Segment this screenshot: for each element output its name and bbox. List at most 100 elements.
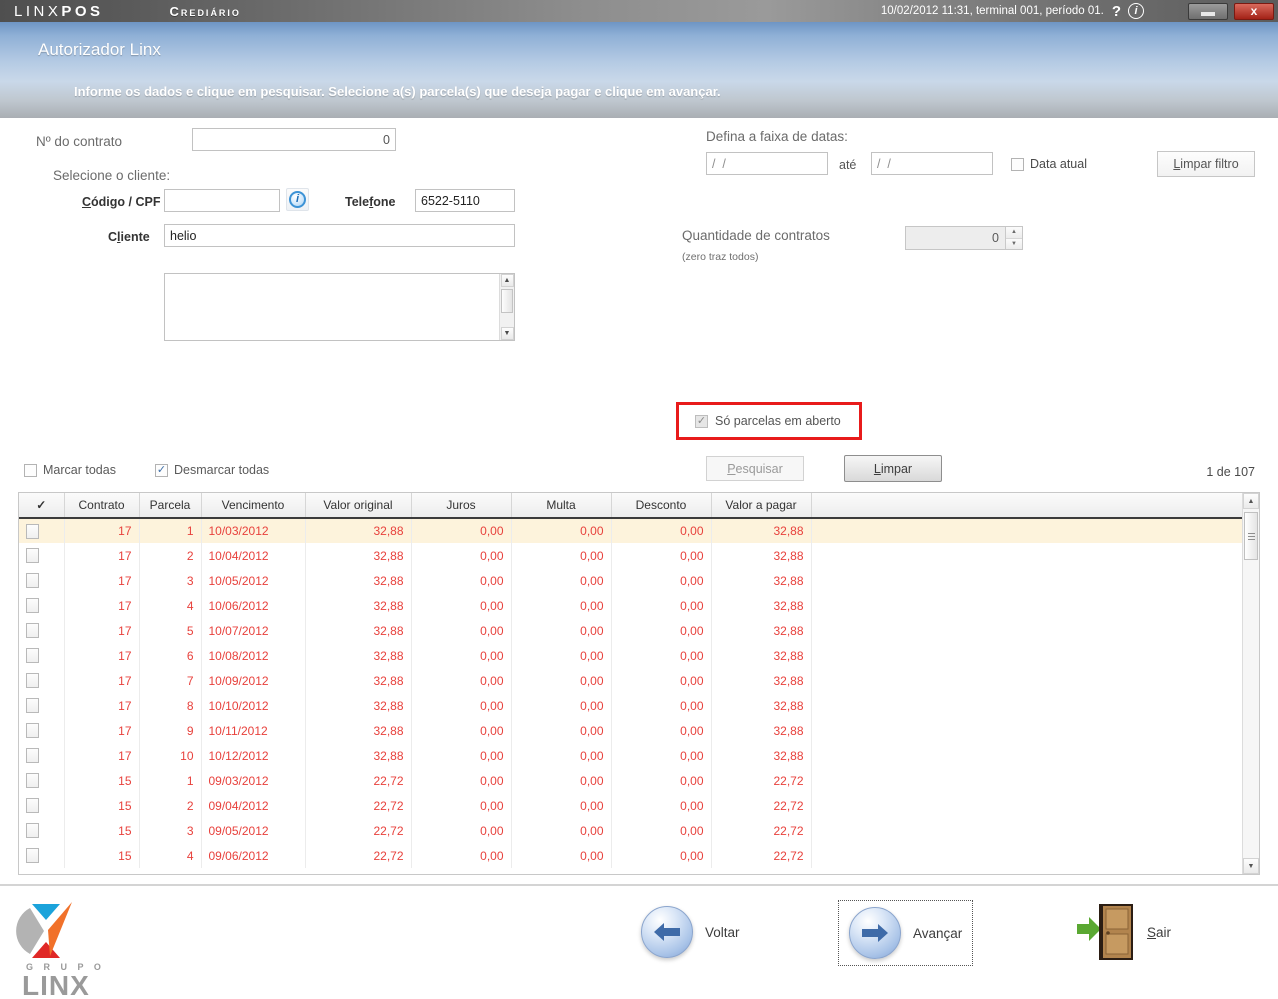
row-select-cell[interactable] [19, 668, 65, 693]
column-header-parcela[interactable]: Parcela [139, 493, 202, 519]
table-row[interactable]: 17 10 10/12/2012 32,88 0,00 0,00 0,00 32,88 [19, 743, 1242, 768]
limpar-filtro-button[interactable]: Limpar filtro [1157, 151, 1255, 177]
column-header-contrato[interactable]: Contrato [64, 493, 140, 519]
table-row[interactable]: 17 8 10/10/2012 32,88 0,00 0,00 0,00 32,88 [19, 693, 1242, 718]
codigo-cpf-input[interactable] [164, 189, 280, 212]
row-select-cell[interactable] [19, 618, 65, 643]
cell-valor_original: 32,88 [305, 643, 412, 668]
row-checkbox[interactable] [26, 823, 39, 839]
row-select-cell[interactable] [19, 743, 65, 768]
row-checkbox[interactable] [26, 623, 39, 639]
row-checkbox[interactable] [26, 773, 39, 789]
column-header-desconto[interactable]: Desconto [611, 493, 712, 519]
voltar-button[interactable]: Voltar [641, 906, 740, 958]
table-row[interactable]: 17 9 10/11/2012 32,88 0,00 0,00 0,00 32,88 [19, 718, 1242, 743]
row-select-cell[interactable] [19, 568, 65, 593]
column-header-check[interactable]: ✓ [19, 493, 65, 519]
help-icon[interactable]: ? [1112, 4, 1121, 19]
date-range-separator-label: até [839, 158, 857, 172]
row-select-cell[interactable] [19, 593, 65, 618]
data-atual-checkbox[interactable] [1011, 157, 1024, 171]
scrollbar-thumb[interactable] [501, 289, 513, 313]
so-parcelas-em-aberto-checkbox[interactable] [695, 414, 708, 428]
pesquisar-button[interactable]: Pesquisar [706, 456, 804, 481]
row-select-cell[interactable] [19, 843, 65, 868]
avancar-button[interactable]: Avançar [838, 900, 974, 966]
table-row[interactable]: 17 5 10/07/2012 32,88 0,00 0,00 0,00 32,88 [19, 618, 1242, 643]
table-header-row: ✓ Contrato Parcela Vencimento Valor original… [19, 493, 1242, 519]
contract-number-input[interactable] [192, 128, 396, 151]
column-header-vencimento[interactable]: Vencimento [201, 493, 306, 519]
row-checkbox[interactable] [26, 723, 39, 739]
grid-scroll-up-icon[interactable]: ▲ [1243, 493, 1259, 509]
close-button[interactable]: x [1234, 2, 1274, 20]
client-results-list[interactable]: ▲ ▼ [164, 273, 515, 341]
row-checkbox[interactable] [26, 673, 39, 689]
row-select-cell[interactable] [19, 793, 65, 818]
row-checkbox[interactable] [26, 798, 39, 814]
row-select-cell[interactable] [19, 693, 65, 718]
minimize-button[interactable] [1188, 2, 1228, 20]
sair-label: Sair [1147, 924, 1172, 940]
date-from-input[interactable] [706, 152, 828, 175]
table-row[interactable]: 15 1 09/03/2012 22,72 0,00 0,00 0,00 22,72 [19, 768, 1242, 793]
limpar-button[interactable]: Limpar [844, 455, 942, 482]
back-arrow-circle [641, 906, 693, 958]
scrollbar-track[interactable] [500, 313, 514, 327]
table-row[interactable]: 15 2 09/04/2012 22,72 0,00 0,00 0,00 22,72 [19, 793, 1242, 818]
marcar-todas-checkbox[interactable] [24, 463, 37, 477]
grid-scroll-down-icon[interactable]: ▼ [1243, 858, 1259, 874]
marcar-todas-row[interactable]: Marcar todas [24, 463, 116, 477]
grid-scrollbar-thumb[interactable] [1244, 512, 1258, 560]
table-row[interactable]: 17 4 10/06/2012 32,88 0,00 0,00 0,00 32,88 [19, 593, 1242, 618]
client-results-area[interactable] [165, 274, 499, 340]
sair-button[interactable]: Sair [1077, 904, 1171, 960]
row-select-cell[interactable] [19, 718, 65, 743]
column-header-valor_original[interactable]: Valor original [305, 493, 412, 519]
table-row[interactable]: 15 3 09/05/2012 22,72 0,00 0,00 0,00 22,72 [19, 818, 1242, 843]
column-header-valor_a_pagar[interactable]: Valor a pagar [711, 493, 812, 519]
row-checkbox[interactable] [26, 848, 39, 864]
column-header-juros[interactable]: Juros [411, 493, 512, 519]
row-checkbox[interactable] [26, 523, 39, 539]
column-header-multa[interactable]: Multa [511, 493, 612, 519]
quantidade-contratos-value[interactable]: 0 [906, 227, 1005, 249]
row-select-cell[interactable] [19, 768, 65, 793]
cell-valor_a_pagar: 22,72 [711, 843, 812, 868]
table-row[interactable]: 15 4 09/06/2012 22,72 0,00 0,00 0,00 22,72 [19, 843, 1242, 868]
row-checkbox[interactable] [26, 548, 39, 564]
stepper-up-icon[interactable]: ▲ [1006, 227, 1022, 239]
row-checkbox[interactable] [26, 573, 39, 589]
row-checkbox[interactable] [26, 648, 39, 664]
quantidade-contratos-stepper[interactable]: 0 ▲ ▼ [905, 226, 1023, 250]
table-row[interactable]: 17 7 10/09/2012 32,88 0,00 0,00 0,00 32,88 [19, 668, 1242, 693]
row-select-cell[interactable] [19, 643, 65, 668]
cell-juros: 0,00 [411, 743, 512, 768]
date-to-input[interactable] [871, 152, 993, 175]
footer-bar: G R U P O LINX Voltar Avançar Sair [0, 886, 1278, 999]
desmarcar-todas-checkbox[interactable] [155, 463, 168, 477]
row-select-cell[interactable] [19, 518, 65, 543]
info-icon[interactable]: i [1128, 3, 1144, 19]
telefone-input[interactable] [415, 189, 515, 212]
stepper-buttons[interactable]: ▲ ▼ [1005, 227, 1022, 249]
row-select-cell[interactable] [19, 543, 65, 568]
client-list-scrollbar[interactable]: ▲ ▼ [499, 274, 514, 340]
client-info-icon[interactable]: i [286, 188, 309, 211]
row-checkbox[interactable] [26, 698, 39, 714]
grid-scrollbar[interactable]: ▲ ▼ [1242, 493, 1259, 874]
table-row[interactable]: 17 2 10/04/2012 32,88 0,00 0,00 0,00 32,88 [19, 543, 1242, 568]
table-row[interactable]: 17 1 10/03/2012 32,88 0,00 0,00 0,00 32,88 [19, 518, 1242, 543]
stepper-down-icon[interactable]: ▼ [1006, 238, 1022, 249]
cliente-input[interactable] [164, 224, 515, 247]
scroll-down-icon[interactable]: ▼ [500, 327, 514, 340]
desmarcar-todas-row[interactable]: Desmarcar todas [155, 463, 269, 477]
row-checkbox[interactable] [26, 748, 39, 764]
row-select-cell[interactable] [19, 818, 65, 843]
row-checkbox[interactable] [26, 598, 39, 614]
cell-multa: 0,00 [511, 618, 612, 643]
table-row[interactable]: 17 3 10/05/2012 32,88 0,00 0,00 0,00 32,88 [19, 568, 1242, 593]
scroll-up-icon[interactable]: ▲ [500, 274, 514, 287]
table-row[interactable]: 17 6 10/08/2012 32,88 0,00 0,00 0,00 32,88 [19, 643, 1242, 668]
data-atual-checkbox-row[interactable]: Data atual [1011, 157, 1087, 171]
